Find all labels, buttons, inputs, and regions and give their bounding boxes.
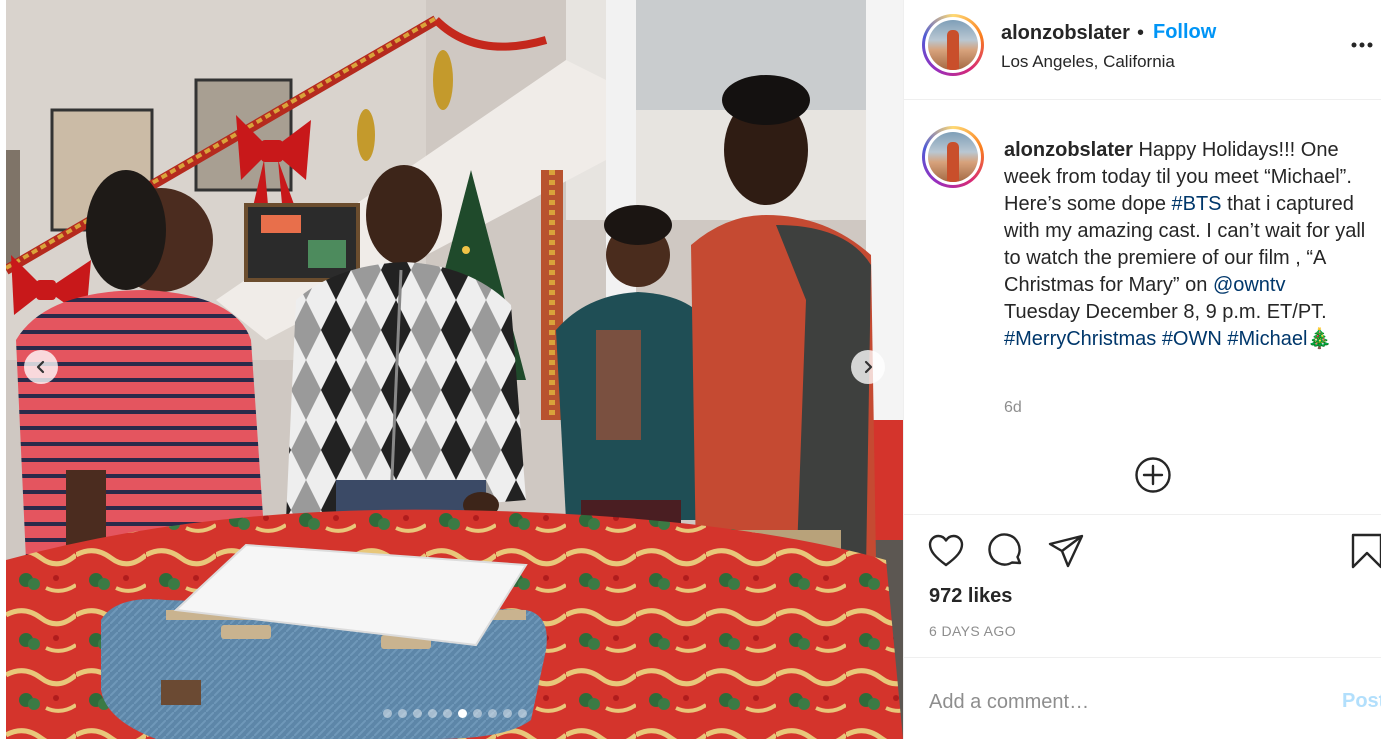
christmas-tree-emoji: 🎄 — [1307, 328, 1333, 350]
caption-username-link[interactable]: alonzobslater — [1004, 139, 1133, 161]
hashtag-bts-link[interactable]: #BTS — [1172, 193, 1222, 215]
chevron-right-icon — [864, 360, 873, 374]
divider — [904, 514, 1381, 515]
carousel-dot — [517, 709, 527, 718]
heart-icon[interactable] — [927, 532, 965, 570]
carousel-next-button[interactable] — [851, 350, 885, 384]
caption-avatar[interactable] — [922, 126, 984, 188]
carousel-dot — [487, 709, 497, 718]
comment-bubble-icon[interactable] — [987, 532, 1025, 570]
carousel-dot — [397, 709, 407, 718]
carousel-prev-button[interactable] — [24, 350, 58, 384]
avatar[interactable] — [922, 14, 984, 76]
separator-dot: • — [1137, 22, 1145, 44]
carousel-dot — [427, 709, 437, 718]
paper-plane-icon[interactable] — [1047, 532, 1085, 570]
post-sidebar: alonzobslater • Follow Los Angeles, Cali… — [903, 0, 1381, 739]
carousel-dot — [472, 709, 482, 718]
hashtag-merrychristmas-link[interactable]: #MerryChristmas — [1004, 328, 1156, 350]
mention-owntv-link[interactable]: @owntv — [1213, 274, 1286, 296]
bookmark-icon[interactable] — [1348, 532, 1381, 570]
username-link[interactable]: alonzobslater — [1001, 22, 1130, 45]
carousel-dot — [442, 709, 452, 718]
hashtag-own-link[interactable]: #OWN — [1162, 328, 1222, 350]
post-media[interactable] — [6, 0, 903, 739]
post-comment-button[interactable]: Post — [1342, 690, 1381, 713]
more-options-icon[interactable] — [1349, 36, 1375, 54]
carousel-indicator — [6, 709, 903, 719]
post-date[interactable]: 6 DAYS AGO — [929, 623, 1016, 639]
carousel-dot — [412, 709, 422, 718]
divider — [904, 99, 1381, 100]
comment-input[interactable] — [929, 688, 1329, 716]
post-caption: alonzobslater Happy Holidays!!! One week… — [1004, 137, 1366, 353]
post-photo — [6, 0, 903, 739]
follow-button[interactable]: Follow — [1153, 21, 1216, 44]
likes-count[interactable]: 972 likes — [929, 585, 1012, 608]
carousel-dot — [382, 709, 392, 718]
add-circle-icon[interactable] — [1134, 456, 1172, 494]
hashtag-michael-link[interactable]: #Michael — [1227, 328, 1307, 350]
carousel-dot — [502, 709, 512, 718]
divider — [904, 657, 1381, 658]
carousel-dot — [457, 709, 467, 718]
chevron-left-icon — [36, 360, 45, 374]
location-link[interactable]: Los Angeles, California — [1001, 52, 1175, 72]
caption-text: Tuesday December 8, 9 p.m. ET/PT. — [1004, 301, 1327, 323]
caption-timestamp[interactable]: 6d — [1004, 399, 1022, 417]
